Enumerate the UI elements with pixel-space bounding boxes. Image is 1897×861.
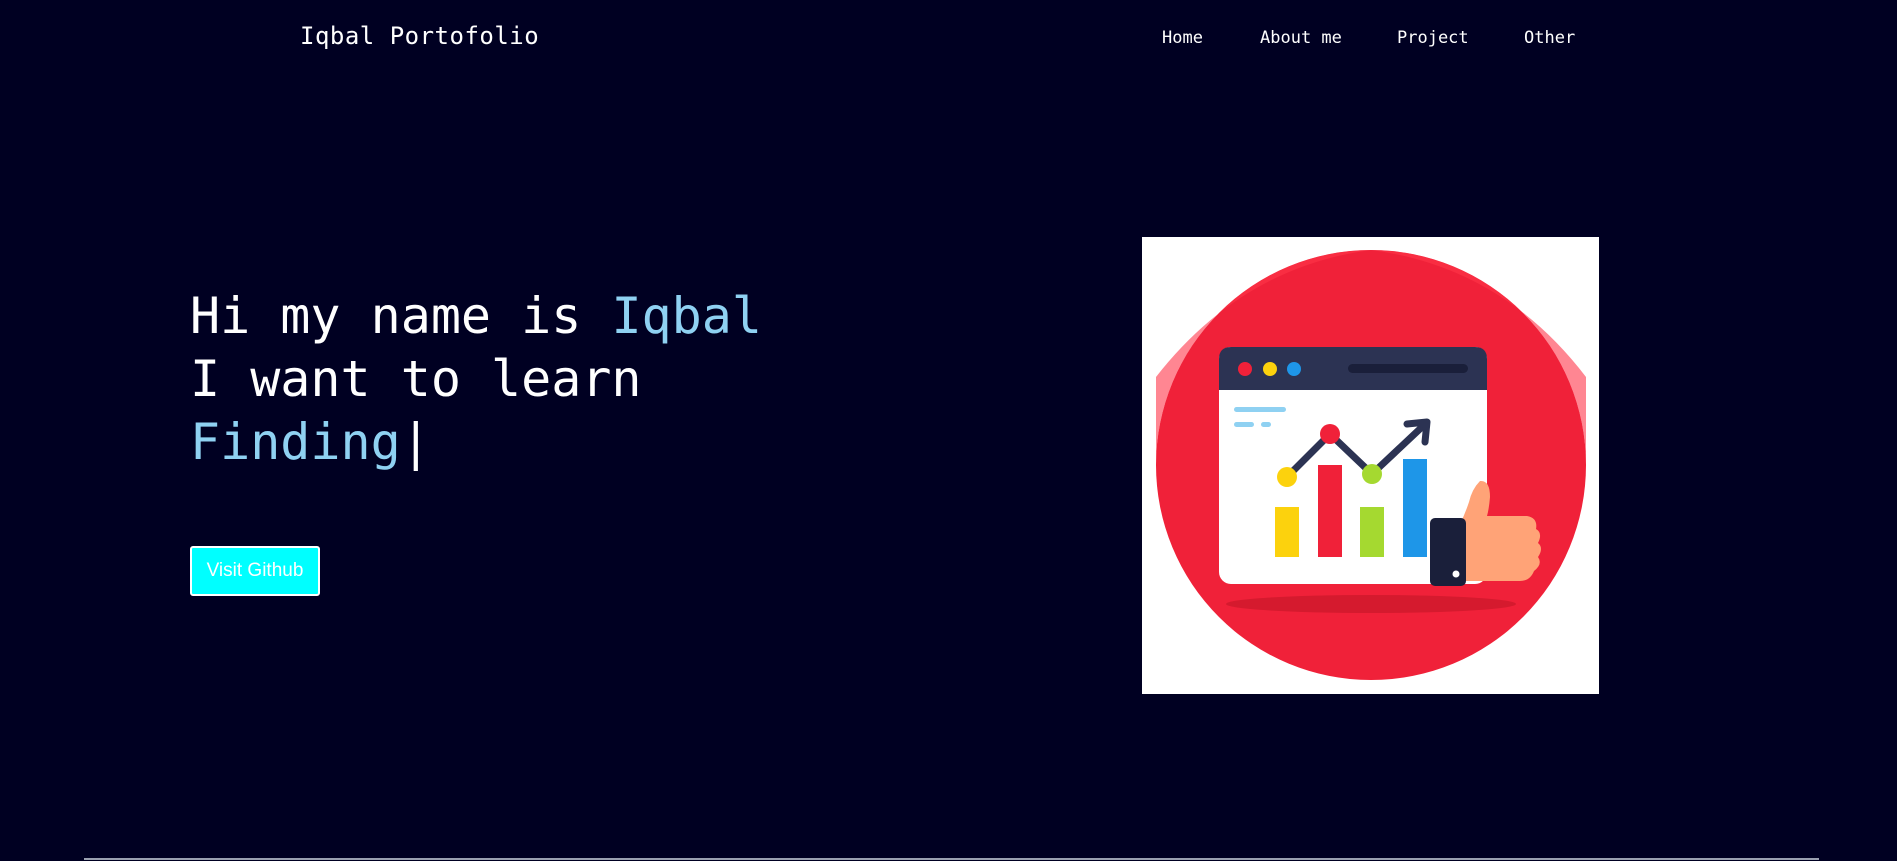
typed-line: Finding|: [190, 411, 990, 474]
learn-line: I want to learn: [190, 350, 642, 408]
nav-link-home[interactable]: Home: [1162, 28, 1203, 48]
hero-section: Hi my name is Iqbal I want to learn Find…: [190, 285, 990, 474]
typing-cursor: |: [400, 413, 431, 471]
nav-link-about-me[interactable]: About me: [1260, 28, 1342, 48]
name-highlight: Iqbal: [611, 287, 762, 345]
analytics-chart-thumbs-up-icon: [1142, 237, 1599, 694]
greeting-line: Hi my name is Iqbal: [190, 285, 990, 348]
typed-word: Finding: [190, 413, 401, 471]
nav-link-project[interactable]: Project: [1397, 28, 1469, 48]
greeting-prefix: Hi my name is: [190, 287, 612, 345]
site-brand[interactable]: Iqbal Portofolio: [300, 22, 539, 50]
nav-link-other[interactable]: Other: [1524, 28, 1575, 48]
visit-github-button[interactable]: Visit Github: [190, 546, 320, 596]
section-divider: [84, 858, 1819, 860]
